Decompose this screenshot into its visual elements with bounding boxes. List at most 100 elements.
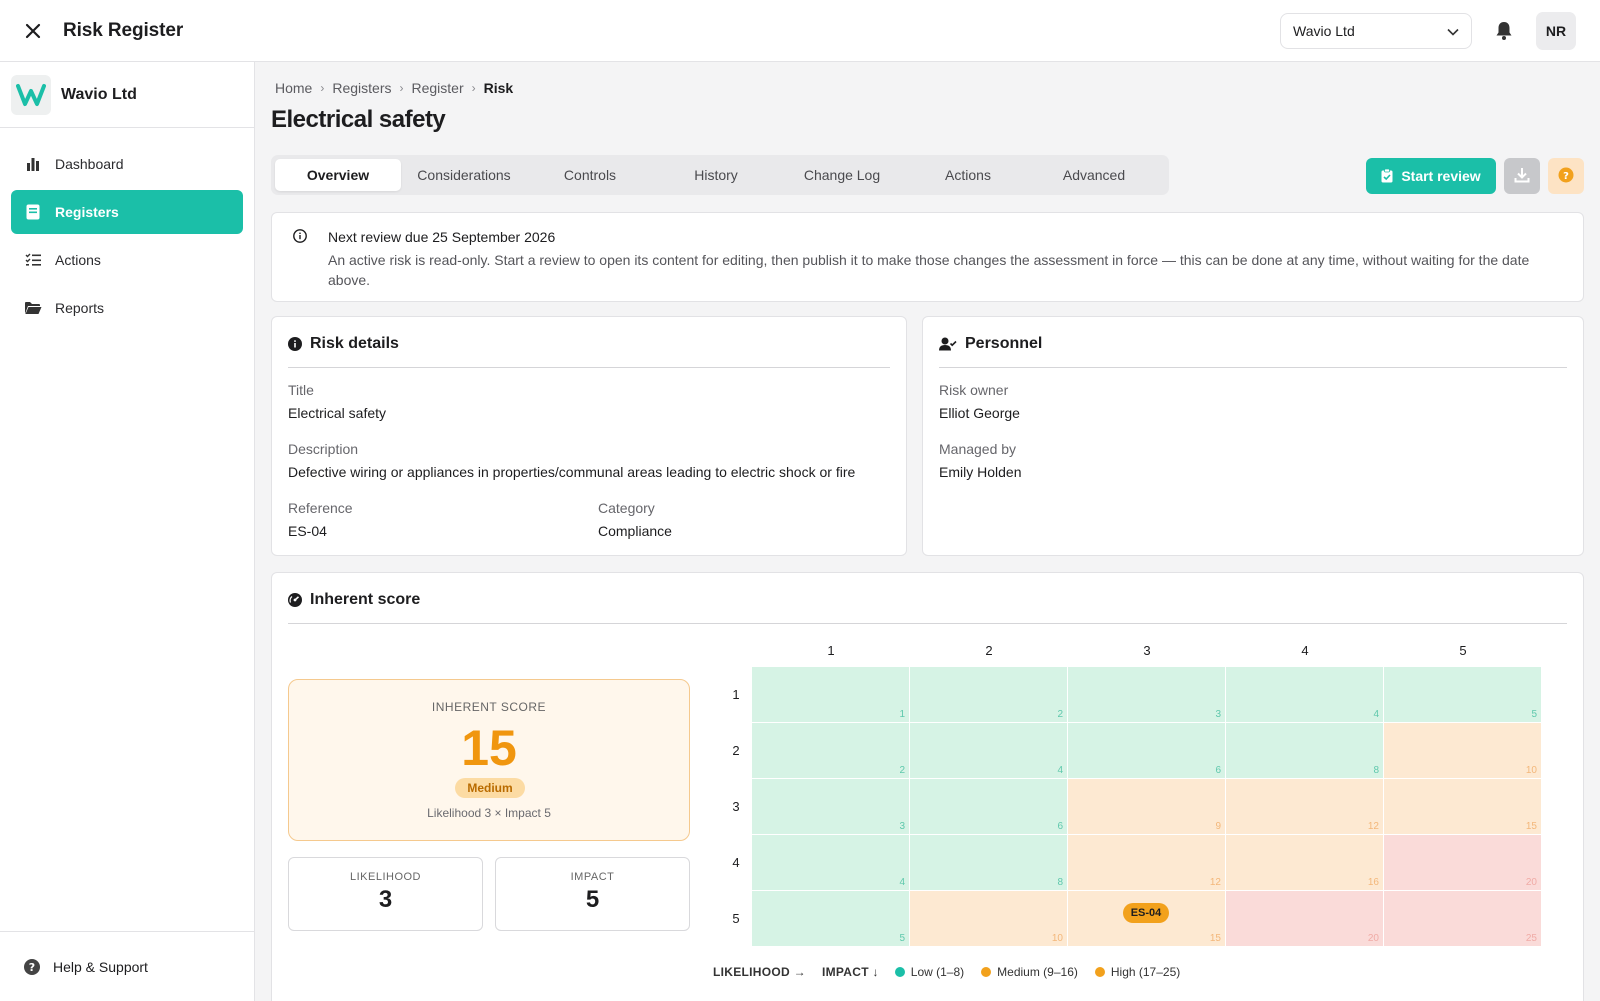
folder-icon [23,298,43,318]
matrix-cell-value: 15 [1209,933,1221,944]
matrix-cell[interactable]: 4 [910,723,1068,779]
impact-label: IMPACT [570,871,615,883]
close-icon[interactable] [17,15,49,47]
likelihood-value: 3 [378,886,393,913]
breadcrumb-registers[interactable]: Registers [332,80,391,96]
description-label: Description [288,441,359,457]
likelihood-box: LIKELIHOOD 3 [288,857,483,931]
tab-actions[interactable]: Actions [905,159,1031,191]
matrix-cell-value: 6 [1215,765,1221,776]
matrix-cell[interactable]: 8 [1226,723,1384,779]
legend-label-medium: Medium (9–16) [997,965,1078,979]
matrix-cell-value: 4 [1057,765,1063,776]
inherent-score-title: Inherent score [310,591,421,608]
matrix-column-header: 1 [827,643,835,658]
help-support-link[interactable]: ? Help & Support [0,931,254,1001]
matrix-cell[interactable]: 5 [752,891,910,947]
matrix-cell-value: 20 [1367,933,1379,944]
matrix-cell[interactable]: 20 [1226,891,1384,947]
sidebar-item-dashboard[interactable]: Dashboard [11,142,243,186]
tab-considerations[interactable]: Considerations [401,159,527,191]
matrix-cell[interactable]: 16 [1226,835,1384,891]
matrix-cell[interactable]: 3 [1068,667,1226,723]
org-name: Wavio Ltd [61,85,137,103]
breadcrumb-home[interactable]: Home [275,80,312,96]
matrix-cell[interactable]: 5 [1384,667,1542,723]
legend-dot-low [894,967,905,977]
sidebar: Wavio Ltd Dashboard Registers Actions Re… [0,62,255,1001]
matrix-cell[interactable]: 25 [1384,891,1542,947]
matrix-cell-value: 2 [1057,709,1063,720]
personnel-heading: Personnel [939,335,1042,353]
title-value: Electrical safety [288,405,387,421]
matrix-column-header: 4 [1301,643,1309,658]
sidebar-item-actions[interactable]: Actions [11,238,243,282]
bell-icon[interactable] [1491,18,1517,44]
matrix-cell[interactable]: 1 [752,667,910,723]
matrix-cell[interactable]: 3 [752,779,910,835]
inherent-score-heading: Inherent score [288,591,420,609]
tab-advanced[interactable]: Advanced [1031,159,1157,191]
user-check-icon [939,337,957,351]
org-logo [11,74,51,115]
score-formula: Likelihood 3 × Impact 5 [427,806,551,820]
breadcrumb-current: Risk [483,80,514,96]
chevron-right-icon: › [320,81,325,95]
matrix-column-header: 3 [1143,643,1151,658]
help-button[interactable]: ? [1548,158,1584,194]
avatar[interactable]: NR [1536,12,1576,50]
risk-details-title: Risk details [310,335,399,352]
matrix-cell[interactable]: 10 [1384,723,1542,779]
matrix-cell[interactable]: 6 [910,779,1068,835]
matrix-cell-value: 2 [899,765,905,776]
org-select[interactable]: Wavio Ltd [1280,13,1472,49]
matrix-cell[interactable]: 12 [1226,779,1384,835]
matrix-cell[interactable]: 8 [910,835,1068,891]
sidebar-org[interactable]: Wavio Ltd [0,62,254,128]
breadcrumb-register[interactable]: Register [412,80,464,96]
tab-history[interactable]: History [653,159,779,191]
start-review-button[interactable]: Start review [1366,158,1496,194]
risk-marker[interactable]: ES-04 [1123,903,1169,923]
tab-controls[interactable]: Controls [527,159,653,191]
risk-details-card: Risk details Title Electrical safety Des… [271,316,907,556]
matrix-cell-value: 3 [899,821,905,832]
matrix-row-header: 1 [732,687,740,702]
divider [288,623,1567,624]
divider [939,367,1567,368]
chevron-right-icon: › [399,81,404,95]
review-notice: Next review due 25 September 2026 An act… [271,212,1584,302]
matrix-cell[interactable]: 2 [752,723,910,779]
matrix-cell[interactable]: 20 [1384,835,1542,891]
tab-change-log[interactable]: Change Log [779,159,905,191]
legend-item-low: Low (1–8) [894,965,964,979]
likelihood-axis-label: LIKELIHOOD → [713,965,806,979]
matrix-cell-value: 12 [1209,877,1221,888]
matrix-cell[interactable]: 15 [1384,779,1542,835]
matrix-cell[interactable]: 6 [1068,723,1226,779]
matrix-cell[interactable]: 9 [1068,779,1226,835]
matrix-cell[interactable]: 4 [1226,667,1384,723]
matrix-cell[interactable]: 12 [1068,835,1226,891]
matrix-cell[interactable]: 10 [910,891,1068,947]
main-content: Home › Registers › Register › Risk Elect… [256,62,1600,1001]
reference-value: ES-04 [288,523,327,539]
sidebar-item-registers[interactable]: Registers [11,190,243,234]
category-value: Compliance [598,523,672,539]
matrix-cell-value: 8 [1373,765,1379,776]
sidebar-item-label: Reports [55,300,105,316]
matrix-cell[interactable]: 4 [752,835,910,891]
matrix-row-header: 3 [732,799,740,814]
tab-overview[interactable]: Overview [275,159,401,191]
matrix-cell[interactable]: 2 [910,667,1068,723]
download-button[interactable] [1504,158,1540,194]
sidebar-item-label: Dashboard [55,156,124,172]
matrix-cell-value: 1 [899,709,905,720]
matrix-cell-value: 5 [1531,709,1537,720]
managed-by-label: Managed by [939,441,1017,457]
svg-text:?: ? [29,961,35,974]
matrix-cell[interactable]: 15 ES-04 [1068,891,1226,947]
sidebar-item-reports[interactable]: Reports [11,286,243,330]
matrix-cell-value: 25 [1525,933,1537,944]
risk-details-heading: Risk details [288,335,399,353]
